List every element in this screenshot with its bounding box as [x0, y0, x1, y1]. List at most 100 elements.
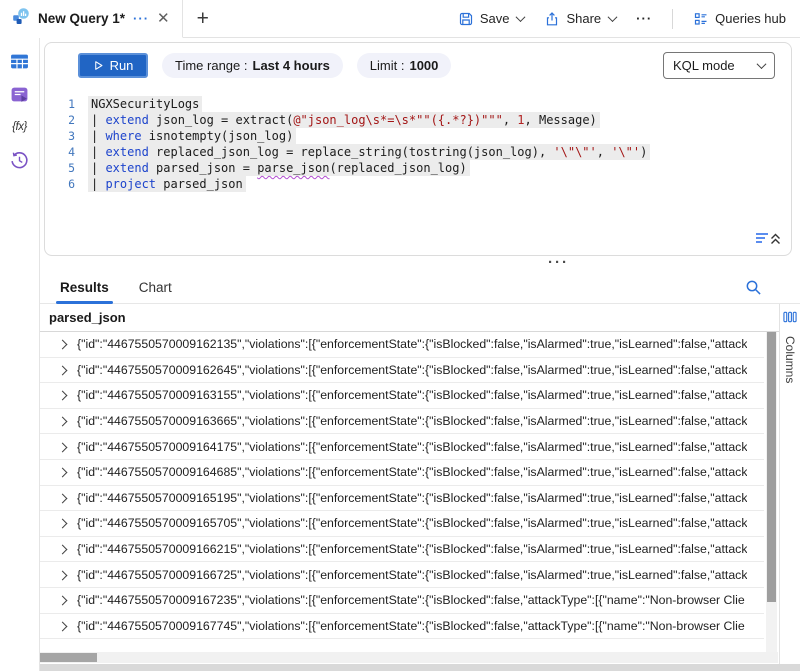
collapse-editor-icon[interactable]	[755, 231, 781, 250]
row-json-text: {"id":"4467550570009164175","violations"…	[77, 440, 747, 454]
expand-row-icon[interactable]	[58, 518, 68, 528]
line-number: 4	[45, 144, 75, 160]
expand-row-icon[interactable]	[58, 595, 68, 605]
row-json-text: {"id":"4467550570009166725","violations"…	[77, 568, 747, 582]
query-mode-value: KQL mode	[673, 58, 735, 73]
table-row[interactable]: {"id":"4467550570009163155","violations"…	[40, 383, 764, 409]
kql-editor[interactable]: 1 NGXSecurityLogs2| extend json_log = ext…	[45, 87, 791, 255]
tab-more-icon[interactable]: ···	[133, 11, 149, 26]
expand-row-icon[interactable]	[58, 570, 68, 580]
column-header-parsed-json[interactable]: parsed_json	[40, 304, 779, 332]
row-json-text: {"id":"4467550570009165195","violations"…	[77, 491, 747, 505]
tab-actions: Save Share ···	[458, 0, 800, 37]
vertical-scrollbar[interactable]	[766, 332, 777, 652]
query-tab[interactable]: New Query 1* ··· ✕	[0, 0, 183, 38]
more-actions-button[interactable]: ···	[636, 11, 652, 26]
expand-row-icon[interactable]	[58, 493, 68, 503]
table-row[interactable]: {"id":"4467550570009166215","violations"…	[40, 537, 764, 563]
time-range-picker[interactable]: Time range : Last 4 hours	[162, 53, 343, 78]
tab-close-icon[interactable]: ✕	[157, 11, 170, 26]
limit-label: Limit :	[370, 58, 405, 73]
line-number: 5	[45, 160, 75, 176]
tab-title: New Query 1*	[38, 11, 125, 26]
queries-hub-button[interactable]: Queries hub	[693, 11, 786, 27]
row-json-text: {"id":"4467550570009167235","violations"…	[77, 593, 745, 607]
expand-row-icon[interactable]	[58, 467, 68, 477]
expand-row-icon[interactable]	[58, 621, 68, 631]
row-json-text: {"id":"4467550570009164685","violations"…	[77, 465, 747, 479]
code-line[interactable]: 2| extend json_log = extract(@"json_log\…	[45, 112, 791, 128]
code-text: | extend parsed_json = parse_json(replac…	[88, 160, 470, 176]
code-line[interactable]: 1 NGXSecurityLogs	[45, 96, 791, 112]
left-sidebar: {fx}	[0, 38, 40, 671]
code-text: | extend replaced_json_log = replace_str…	[88, 144, 650, 160]
columns-side-panel[interactable]: Columns	[779, 304, 800, 664]
new-tab-button[interactable]: +	[183, 0, 223, 37]
chevron-down-icon	[608, 12, 618, 22]
columns-icon	[783, 310, 797, 328]
expand-row-icon[interactable]	[58, 416, 68, 426]
results-tab-bar: Results Chart	[40, 272, 800, 304]
row-json-text: {"id":"4467550570009165705","violations"…	[77, 516, 747, 530]
columns-panel-label: Columns	[783, 336, 797, 383]
limit-value: 1000	[409, 58, 438, 73]
run-button[interactable]: Run	[78, 53, 148, 78]
play-icon	[93, 60, 104, 71]
functions-icon[interactable]: {fx}	[10, 117, 30, 137]
row-json-text: {"id":"4467550570009166215","violations"…	[77, 542, 747, 556]
expand-row-icon[interactable]	[58, 339, 68, 349]
horizontal-scrollbar-thumb[interactable]	[40, 653, 97, 662]
table-row[interactable]: {"id":"4467550570009166725","violations"…	[40, 562, 764, 588]
row-json-text: {"id":"4467550570009167745","violations"…	[77, 619, 745, 633]
tab-results[interactable]: Results	[60, 272, 109, 303]
table-row[interactable]: {"id":"4467550570009165195","violations"…	[40, 486, 764, 512]
line-number: 3	[45, 128, 75, 144]
share-label: Share	[566, 11, 601, 26]
share-button[interactable]: Share	[544, 11, 616, 27]
chevron-down-icon	[757, 59, 767, 69]
column-header-label: parsed_json	[49, 310, 126, 325]
code-line[interactable]: 3 | where isnotempty(json_log)	[45, 128, 791, 144]
code-lines: 1 NGXSecurityLogs2| extend json_log = ext…	[45, 96, 791, 192]
code-line[interactable]: 5 | extend parsed_json = parse_json(repla…	[45, 160, 791, 176]
table-row[interactable]: {"id":"4467550570009167235","violations"…	[40, 588, 764, 614]
expand-row-icon[interactable]	[58, 442, 68, 452]
code-text: NGXSecurityLogs	[88, 96, 202, 112]
table-row[interactable]: {"id":"4467550570009162135","violations"…	[40, 332, 764, 358]
time-range-label: Time range :	[175, 58, 248, 73]
adx-query-icon	[12, 7, 30, 30]
time-range-value: Last 4 hours	[253, 58, 330, 73]
splitter-handle-icon[interactable]: ···	[548, 254, 569, 271]
saved-scripts-icon[interactable]	[10, 84, 30, 104]
code-text: | project parsed_json	[88, 176, 246, 192]
row-json-text: {"id":"4467550570009162645","violations"…	[77, 363, 747, 377]
data-table-icon[interactable]	[10, 51, 30, 71]
vertical-scrollbar-thumb[interactable]	[767, 332, 776, 602]
table-row[interactable]: {"id":"4467550570009167745","violations"…	[40, 614, 764, 640]
code-text: | where isnotempty(json_log)	[88, 128, 296, 144]
horizontal-scrollbar[interactable]	[40, 652, 778, 663]
table-row[interactable]: {"id":"4467550570009165705","violations"…	[40, 511, 764, 537]
code-line[interactable]: 4 | extend replaced_json_log = replace_st…	[45, 144, 791, 160]
table-row[interactable]: {"id":"4467550570009164685","violations"…	[40, 460, 764, 486]
table-row[interactable]: {"id":"4467550570009162645","violations"…	[40, 358, 764, 384]
limit-picker[interactable]: Limit : 1000	[357, 53, 452, 78]
save-icon	[458, 11, 474, 27]
code-line[interactable]: 6| project parsed_json	[45, 176, 791, 192]
table-row[interactable]: {"id":"4467550570009164175","violations"…	[40, 434, 764, 460]
search-icon[interactable]	[745, 279, 762, 301]
query-mode-select[interactable]: KQL mode	[663, 52, 775, 79]
expand-row-icon[interactable]	[58, 544, 68, 554]
panel-splitter[interactable]: ···	[0, 256, 800, 272]
table-row[interactable]: {"id":"4467550570009163665","violations"…	[40, 409, 764, 435]
save-button[interactable]: Save	[458, 11, 525, 27]
chevron-down-icon	[516, 12, 526, 22]
expand-row-icon[interactable]	[58, 365, 68, 375]
query-history-icon[interactable]	[10, 150, 30, 170]
share-icon	[544, 11, 560, 27]
line-number: 1	[45, 96, 75, 112]
expand-row-icon[interactable]	[58, 390, 68, 400]
query-tab-bar: New Query 1* ··· ✕ + Save	[0, 0, 800, 38]
tab-chart[interactable]: Chart	[139, 272, 172, 303]
adx-web-ui: New Query 1* ··· ✕ + Save	[0, 0, 800, 671]
